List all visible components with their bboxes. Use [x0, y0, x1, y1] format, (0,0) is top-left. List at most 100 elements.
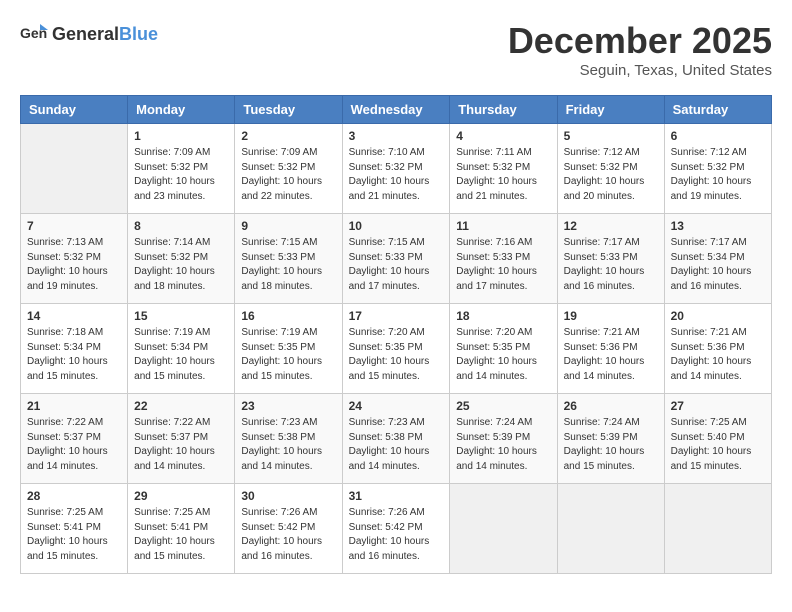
day-number: 11: [456, 219, 550, 233]
calendar-header-tuesday: Tuesday: [235, 96, 342, 124]
day-number: 28: [27, 489, 121, 503]
day-number: 4: [456, 129, 550, 143]
day-info: Sunrise: 7:18 AM Sunset: 5:34 PM Dayligh…: [27, 326, 121, 384]
calendar-cell: 23Sunrise: 7:23 AM Sunset: 5:38 PM Dayli…: [235, 394, 342, 484]
calendar-cell: 22 Sunrise: 7:22 AM Sunset: 5:37 PM Dayli…: [128, 394, 235, 484]
day-info: Sunrise: 7:15 AM Sunset: 5:33 PM Dayligh…: [241, 236, 335, 294]
day-info: Sunrise: 7:10 AM Sunset: 5:32 PM Dayligh…: [349, 146, 444, 204]
calendar-header-thursday: Thursday: [450, 96, 557, 124]
day-info: Sunrise: 7:20 AM Sunset: 5:35 PM Dayligh…: [456, 326, 550, 384]
calendar-cell: 13 Sunrise: 7:17 AM Sunset: 5:34 PM Dayli…: [664, 214, 771, 304]
calendar-table: SundayMondayTuesdayWednesdayThursdayFrid…: [20, 95, 772, 574]
day-info: Sunrise: 7:25 AM Sunset: 5:41 PM Dayligh…: [134, 506, 228, 564]
title-block: December 2025 Seguin, Texas, United Stat…: [508, 20, 772, 79]
page-header: Gen GeneralBlue December 2025 Seguin, Te…: [20, 20, 772, 79]
calendar-cell: 21 Sunrise: 7:22 AM Sunset: 5:37 PM Dayli…: [21, 394, 128, 484]
day-info: Sunrise: 7:25 AM Sunset: 5:41 PM Dayligh…: [27, 506, 121, 564]
calendar-cell: 14Sunrise: 7:18 AM Sunset: 5:34 PM Dayli…: [21, 304, 128, 394]
day-info: Sunrise: 7:21 AM Sunset: 5:36 PM Dayligh…: [564, 326, 658, 384]
location: Seguin, Texas, United States: [508, 62, 772, 79]
day-info: Sunrise: 7:22 AM Sunset: 5:37 PM Dayligh…: [27, 416, 121, 474]
calendar-cell: 25 Sunrise: 7:24 AM Sunset: 5:39 PM Dayli…: [450, 394, 557, 484]
day-info: Sunrise: 7:17 AM Sunset: 5:34 PM Dayligh…: [671, 236, 765, 294]
day-number: 10: [349, 219, 444, 233]
calendar-cell: 31 Sunrise: 7:26 AM Sunset: 5:42 PM Dayli…: [342, 484, 450, 574]
day-number: 15: [134, 309, 228, 323]
calendar-cell: 12 Sunrise: 7:17 AM Sunset: 5:33 PM Dayli…: [557, 214, 664, 304]
day-number: 5: [564, 129, 658, 143]
day-number: 27: [671, 399, 765, 413]
day-info: Sunrise: 7:12 AM Sunset: 5:32 PM Dayligh…: [671, 146, 765, 204]
day-info: Sunrise: 7:14 AM Sunset: 5:32 PM Dayligh…: [134, 236, 228, 294]
calendar-header-saturday: Saturday: [664, 96, 771, 124]
day-info: Sunrise: 7:09 AM Sunset: 5:32 PM Dayligh…: [134, 146, 228, 204]
day-info: Sunrise: 7:22 AM Sunset: 5:37 PM Dayligh…: [134, 416, 228, 474]
day-info: Sunrise: 7:20 AM Sunset: 5:35 PM Dayligh…: [349, 326, 444, 384]
calendar-cell: 15 Sunrise: 7:19 AM Sunset: 5:34 PM Dayli…: [128, 304, 235, 394]
day-number: 9: [241, 219, 335, 233]
day-number: 7: [27, 219, 121, 233]
calendar-cell: 27 Sunrise: 7:25 AM Sunset: 5:40 PM Dayli…: [664, 394, 771, 484]
calendar-cell: 26 Sunrise: 7:24 AM Sunset: 5:39 PM Dayli…: [557, 394, 664, 484]
calendar-cell: 8 Sunrise: 7:14 AM Sunset: 5:32 PM Daylig…: [128, 214, 235, 304]
calendar-week-row: 1 Sunrise: 7:09 AM Sunset: 5:32 PM Daylig…: [21, 124, 772, 214]
calendar-cell: 20 Sunrise: 7:21 AM Sunset: 5:36 PM Dayli…: [664, 304, 771, 394]
calendar-week-row: 7 Sunrise: 7:13 AM Sunset: 5:32 PM Daylig…: [21, 214, 772, 304]
day-number: 8: [134, 219, 228, 233]
day-info: Sunrise: 7:24 AM Sunset: 5:39 PM Dayligh…: [456, 416, 550, 474]
calendar-cell: 19 Sunrise: 7:21 AM Sunset: 5:36 PM Dayli…: [557, 304, 664, 394]
day-number: 22: [134, 399, 228, 413]
day-info: Sunrise: 7:13 AM Sunset: 5:32 PM Dayligh…: [27, 236, 121, 294]
day-info: Sunrise: 7:19 AM Sunset: 5:34 PM Dayligh…: [134, 326, 228, 384]
day-info: Sunrise: 7:26 AM Sunset: 5:42 PM Dayligh…: [349, 506, 444, 564]
day-number: 17: [349, 309, 444, 323]
calendar-header-sunday: Sunday: [21, 96, 128, 124]
calendar-week-row: 14Sunrise: 7:18 AM Sunset: 5:34 PM Dayli…: [21, 304, 772, 394]
day-info: Sunrise: 7:16 AM Sunset: 5:33 PM Dayligh…: [456, 236, 550, 294]
calendar-cell: 9 Sunrise: 7:15 AM Sunset: 5:33 PM Daylig…: [235, 214, 342, 304]
day-info: Sunrise: 7:11 AM Sunset: 5:32 PM Dayligh…: [456, 146, 550, 204]
day-number: 1: [134, 129, 228, 143]
day-number: 26: [564, 399, 658, 413]
day-info: Sunrise: 7:21 AM Sunset: 5:36 PM Dayligh…: [671, 326, 765, 384]
day-number: 20: [671, 309, 765, 323]
calendar-cell: 7 Sunrise: 7:13 AM Sunset: 5:32 PM Daylig…: [21, 214, 128, 304]
day-number: 30: [241, 489, 335, 503]
day-info: Sunrise: 7:23 AM Sunset: 5:38 PM Dayligh…: [241, 416, 335, 474]
calendar-cell: 6 Sunrise: 7:12 AM Sunset: 5:32 PM Daylig…: [664, 124, 771, 214]
calendar-header-monday: Monday: [128, 96, 235, 124]
day-number: 13: [671, 219, 765, 233]
calendar-cell: 30 Sunrise: 7:26 AM Sunset: 5:42 PM Dayli…: [235, 484, 342, 574]
calendar-cell: [664, 484, 771, 574]
day-info: Sunrise: 7:24 AM Sunset: 5:39 PM Dayligh…: [564, 416, 658, 474]
day-info: Sunrise: 7:12 AM Sunset: 5:32 PM Dayligh…: [564, 146, 658, 204]
day-info: Sunrise: 7:23 AM Sunset: 5:38 PM Dayligh…: [349, 416, 444, 474]
calendar-cell: 11 Sunrise: 7:16 AM Sunset: 5:33 PM Dayli…: [450, 214, 557, 304]
calendar-header-wednesday: Wednesday: [342, 96, 450, 124]
logo: Gen GeneralBlue: [20, 20, 158, 48]
day-number: 25: [456, 399, 550, 413]
day-number: 29: [134, 489, 228, 503]
day-number: 31: [349, 489, 444, 503]
day-number: 6: [671, 129, 765, 143]
calendar-cell: 1 Sunrise: 7:09 AM Sunset: 5:32 PM Daylig…: [128, 124, 235, 214]
calendar-header-friday: Friday: [557, 96, 664, 124]
calendar-cell: 5 Sunrise: 7:12 AM Sunset: 5:32 PM Daylig…: [557, 124, 664, 214]
calendar-cell: 2Sunrise: 7:09 AM Sunset: 5:32 PM Daylig…: [235, 124, 342, 214]
day-number: 21: [27, 399, 121, 413]
calendar-cell: 29 Sunrise: 7:25 AM Sunset: 5:41 PM Dayli…: [128, 484, 235, 574]
day-info: Sunrise: 7:17 AM Sunset: 5:33 PM Dayligh…: [564, 236, 658, 294]
day-number: 16: [241, 309, 335, 323]
calendar-cell: [21, 124, 128, 214]
day-info: Sunrise: 7:19 AM Sunset: 5:35 PM Dayligh…: [241, 326, 335, 384]
day-number: 24: [349, 399, 444, 413]
calendar-week-row: 21 Sunrise: 7:22 AM Sunset: 5:37 PM Dayli…: [21, 394, 772, 484]
calendar-header-row: SundayMondayTuesdayWednesdayThursdayFrid…: [21, 96, 772, 124]
day-info: Sunrise: 7:26 AM Sunset: 5:42 PM Dayligh…: [241, 506, 335, 564]
month-title: December 2025: [508, 20, 772, 62]
day-number: 19: [564, 309, 658, 323]
day-number: 12: [564, 219, 658, 233]
calendar-cell: 18Sunrise: 7:20 AM Sunset: 5:35 PM Dayli…: [450, 304, 557, 394]
logo-text-general: General: [52, 24, 119, 44]
day-info: Sunrise: 7:25 AM Sunset: 5:40 PM Dayligh…: [671, 416, 765, 474]
